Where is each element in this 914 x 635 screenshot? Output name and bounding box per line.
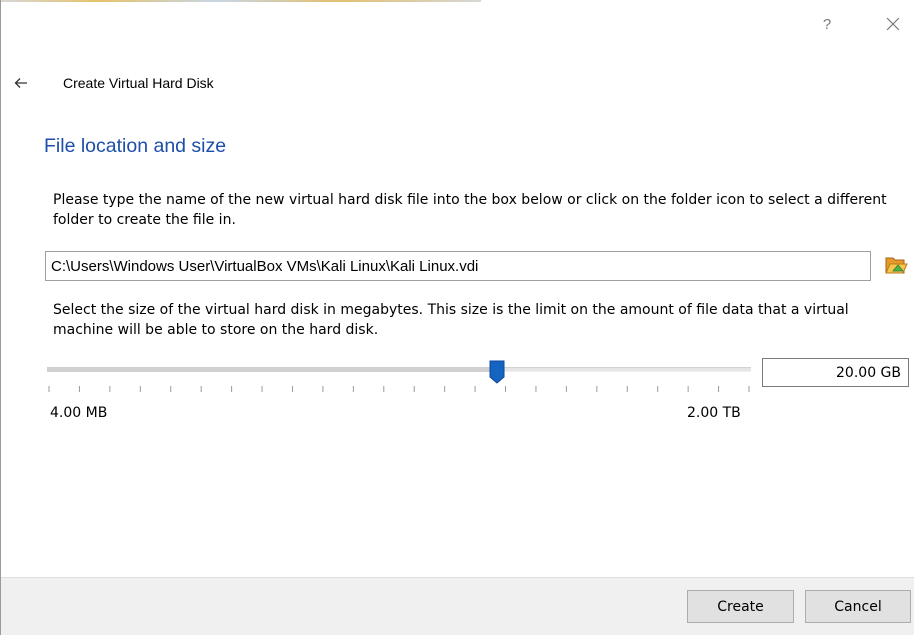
close-button[interactable]	[873, 8, 913, 40]
choose-folder-button[interactable]	[884, 254, 908, 276]
create-button[interactable]: Create	[687, 590, 794, 623]
max-size-label: 2.00 TB	[687, 405, 741, 421]
disk-size-slider[interactable]	[45, 360, 753, 400]
location-description: Please type the name of the new virtual …	[53, 192, 887, 228]
close-icon	[886, 17, 900, 31]
min-size-label: 4.00 MB	[50, 405, 108, 421]
parent-window-edge	[1, 0, 481, 2]
file-location-input[interactable]	[45, 251, 871, 281]
slider-ticks	[48, 386, 750, 392]
slider-handle[interactable]	[489, 360, 505, 384]
arrow-left-icon	[14, 78, 27, 88]
disk-size-input[interactable]	[762, 358, 909, 387]
size-description: Select the size of the virtual hard disk…	[53, 302, 849, 338]
back-button[interactable]	[12, 75, 30, 91]
slider-fill	[47, 367, 497, 372]
create-virtual-hard-disk-dialog: ? Create Virtual Hard Disk File location…	[0, 0, 914, 635]
folder-open-icon	[885, 257, 908, 274]
cancel-button[interactable]: Cancel	[805, 590, 911, 623]
page-title: File location and size	[44, 135, 227, 157]
wizard-title: Create Virtual Hard Disk	[63, 75, 214, 91]
help-button[interactable]: ?	[807, 8, 847, 40]
